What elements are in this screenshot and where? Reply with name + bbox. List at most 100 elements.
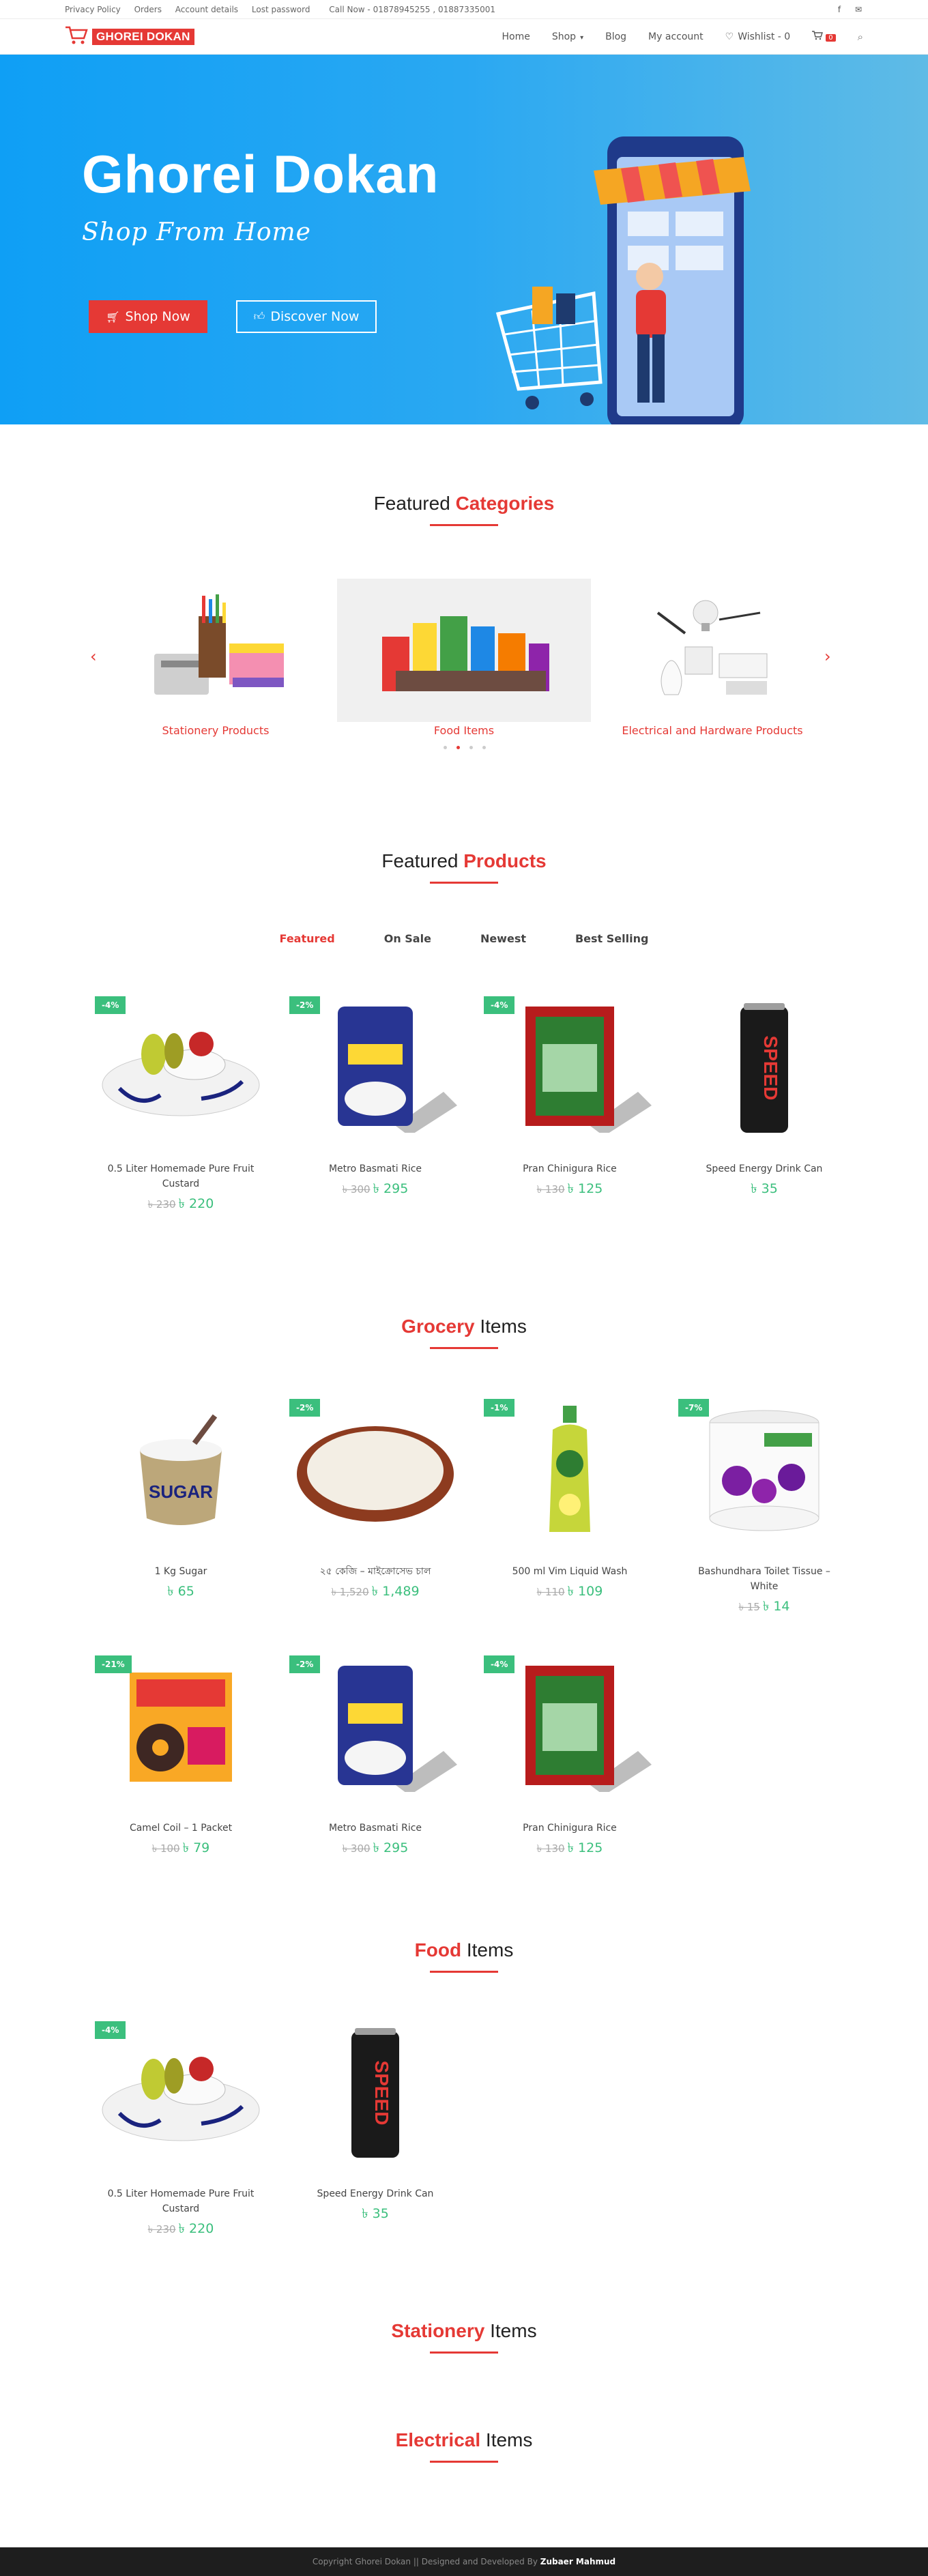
title-part: Featured <box>373 493 456 514</box>
product-name[interactable]: Metro Basmati Rice <box>283 1161 467 1176</box>
electrical-image <box>585 579 839 722</box>
product-image: SUGAR <box>89 1399 273 1542</box>
product-price: ৳ 130 ৳ 125 <box>478 1838 662 1860</box>
tab-newest[interactable]: Newest <box>480 932 526 945</box>
product-card[interactable]: -2% Metro Basmati Rice ৳ 300 ৳ 295 <box>283 996 467 1201</box>
title-highlight: Categories <box>455 493 555 514</box>
main-nav: Home Shop ▾ Blog My account ♡ Wishlist - 0… <box>502 31 864 43</box>
title-part: Featured <box>381 850 464 871</box>
featured-categories-heading: Featured Categories <box>0 493 928 526</box>
privacy-policy-link[interactable]: Privacy Policy <box>65 5 121 14</box>
product-card[interactable]: -4% Pran Chinigura Rice ৳ 130 ৳ 125 <box>478 1655 662 1860</box>
title-underline <box>430 882 498 884</box>
product-image: -21% <box>89 1655 273 1799</box>
product-name[interactable]: 0.5 Liter Homemade Pure Fruit Custard <box>89 1161 273 1191</box>
product-image: -4% <box>478 1655 662 1799</box>
nav-home[interactable]: Home <box>502 31 530 42</box>
product-name[interactable]: Speed Energy Drink Can <box>283 2186 467 2201</box>
old-price: ৳ 15 <box>738 1601 760 1613</box>
product-card[interactable]: SUGAR 1 Kg Sugar ৳ 65 <box>89 1399 273 1604</box>
nav-my-account[interactable]: My account <box>648 31 704 42</box>
site-logo[interactable]: GHOREI DOKAN <box>65 25 194 49</box>
sale-price: ৳ 79 <box>182 1840 210 1855</box>
product-name[interactable]: 500 ml Vim Liquid Wash <box>478 1564 662 1579</box>
product-name[interactable]: Pran Chinigura Rice <box>478 1821 662 1836</box>
category-card[interactable]: Food Items <box>337 579 591 737</box>
product-card[interactable]: -4% 0.5 Liter Homemade Pure Fruit Custar… <box>89 2021 273 2241</box>
orders-link[interactable]: Orders <box>134 5 162 14</box>
title-part: Items <box>474 1316 527 1337</box>
product-card[interactable]: -21% Camel Coil – 1 Packet ৳ 100 ৳ 79 <box>89 1655 273 1860</box>
tab-featured[interactable]: Featured <box>280 932 335 945</box>
old-price: ৳ 230 <box>147 1198 176 1211</box>
product-name[interactable]: 1 Kg Sugar <box>89 1564 273 1579</box>
hero-illustration <box>495 136 751 424</box>
category-label[interactable]: Food Items <box>337 724 591 737</box>
call-info: Call Now - 01878945255 , 01887335001 <box>329 5 495 14</box>
svg-text:SUGAR: SUGAR <box>149 1481 213 1502</box>
carousel-dot[interactable] <box>469 746 473 749</box>
discover-now-label: Discover Now <box>270 309 360 324</box>
sale-price: ৳ 125 <box>567 1840 603 1855</box>
product-card[interactable]: -4% Pran Chinigura Rice ৳ 130 ৳ 125 <box>478 996 662 1201</box>
title-highlight: Stationery <box>391 2320 485 2341</box>
product-card[interactable]: -1% 500 ml Vim Liquid Wash ৳ 110 ৳ 109 <box>478 1399 662 1604</box>
tab-best-selling[interactable]: Best Selling <box>575 932 648 945</box>
sale-price: ৳ 14 <box>762 1599 790 1614</box>
title-part: Items <box>480 2429 533 2450</box>
product-price: ৳ 1,520 ৳ 1,489 <box>283 1582 467 1604</box>
sale-price: ৳ 125 <box>567 1181 603 1196</box>
product-card[interactable]: SPEED Speed Energy Drink Can ৳ 35 <box>283 2021 467 2226</box>
shop-now-label: Shop Now <box>125 309 190 324</box>
search-icon[interactable]: ⌕ <box>858 31 863 43</box>
facebook-icon[interactable]: f <box>835 5 844 14</box>
product-name[interactable]: 0.5 Liter Homemade Pure Fruit Custard <box>89 2186 273 2216</box>
title-highlight: Grocery <box>401 1316 475 1337</box>
cart-icon: 🛒︎ <box>106 310 120 323</box>
account-details-link[interactable]: Account details <box>175 5 238 14</box>
section-title: Stationery Items <box>0 2320 928 2342</box>
site-footer: Copyright Ghorei Dokan || Designed and D… <box>0 2547 928 2576</box>
product-name[interactable]: Speed Energy Drink Can <box>672 1161 856 1176</box>
product-card[interactable]: -7% Bashundhara Toilet Tissue – White ৳ … <box>672 1399 856 1619</box>
product-tabs: Featured On Sale Newest Best Selling <box>0 932 928 945</box>
product-price: ৳ 110 ৳ 109 <box>478 1582 662 1604</box>
section-title: Featured Products <box>0 850 928 872</box>
category-card[interactable]: Electrical and Hardware Products <box>585 579 839 737</box>
product-name[interactable]: Bashundhara Toilet Tissue – White <box>672 1564 856 1594</box>
category-card[interactable]: Stationery Products <box>89 579 343 737</box>
product-name[interactable]: Camel Coil – 1 Packet <box>89 1821 273 1836</box>
hero-title: Ghorei Dokan <box>82 144 439 204</box>
stationery-image <box>89 579 343 722</box>
sale-price: ৳ 295 <box>373 1181 409 1196</box>
lost-password-link[interactable]: Lost password <box>252 5 310 14</box>
product-name[interactable]: Pran Chinigura Rice <box>478 1161 662 1176</box>
nav-wishlist[interactable]: ♡ Wishlist - 0 <box>725 31 791 42</box>
product-card[interactable]: -2% ২৫ কেজি – মাইক্রোসেভ চাল ৳ 1,520 ৳ 1,… <box>283 1399 467 1604</box>
author-link[interactable]: Zubaer Mahmud <box>540 2557 615 2566</box>
tab-on-sale[interactable]: On Sale <box>384 932 431 945</box>
product-price: ৳ 65 <box>89 1582 273 1604</box>
mail-icon[interactable]: ✉ <box>854 5 863 14</box>
carousel-dot[interactable] <box>456 746 460 749</box>
sale-price: ৳ 65 <box>167 1584 194 1599</box>
discover-now-button[interactable]: 👍︎ Discover Now <box>236 300 377 333</box>
product-name[interactable]: ২৫ কেজি – মাইক্রোসেভ চাল <box>283 1564 467 1579</box>
category-label[interactable]: Stationery Products <box>89 724 343 737</box>
nav-blog[interactable]: Blog <box>605 31 626 42</box>
product-name[interactable]: Metro Basmati Rice <box>283 1821 467 1836</box>
carousel-dot[interactable] <box>482 746 486 749</box>
nav-cart[interactable]: 0 <box>812 31 836 43</box>
shop-now-button[interactable]: 🛒︎ Shop Now <box>89 300 207 333</box>
title-underline <box>430 2461 498 2463</box>
product-card[interactable]: -2% Metro Basmati Rice ৳ 300 ৳ 295 <box>283 1655 467 1860</box>
nav-shop[interactable]: Shop ▾ <box>552 31 583 42</box>
carousel-dot[interactable] <box>444 746 447 749</box>
product-card[interactable]: SPEED Speed Energy Drink Can ৳ 35 <box>672 996 856 1201</box>
discount-badge: -4% <box>95 2021 126 2039</box>
wishlist-label: Wishlist - 0 <box>738 31 791 42</box>
carousel-dots <box>444 746 486 749</box>
title-underline <box>430 524 498 526</box>
category-label[interactable]: Electrical and Hardware Products <box>585 724 839 737</box>
product-card[interactable]: -4% 0.5 Liter Homemade Pure Fruit Custar… <box>89 996 273 1216</box>
